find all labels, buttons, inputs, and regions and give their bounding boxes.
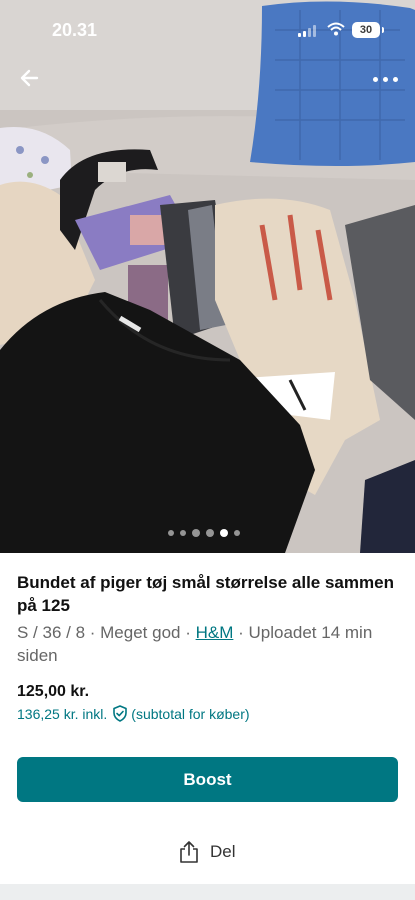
bottom-strip [0, 884, 415, 900]
pager-dot[interactable] [168, 530, 174, 536]
more-icon-dot [383, 77, 388, 82]
status-time: 20.31 [52, 20, 98, 40]
pager-dot[interactable] [192, 529, 200, 537]
boost-button[interactable]: Boost [17, 757, 398, 802]
photo-pager [168, 529, 240, 537]
battery-icon: 30 [352, 22, 384, 38]
photo-illustration [0, 0, 415, 553]
status-bar: 20.31 30 [0, 0, 415, 60]
price-incl-protection[interactable]: 136,25 kr. inkl. (subtotal for køber) [17, 705, 250, 722]
listing-title: Bundet af piger tøj smål størrelse alle … [17, 573, 394, 615]
share-icon [180, 841, 198, 863]
listing-price: 125,00 kr. [17, 683, 90, 700]
back-button[interactable] [14, 62, 46, 94]
listing-meta-prefix: S / 36 / 8 · Meget god · [17, 623, 196, 642]
listing-photo[interactable] [0, 0, 415, 553]
brand-link[interactable]: H&M [196, 623, 234, 642]
listing-meta: S / 36 / 8 · Meget god · H&M · Uploadet … [17, 621, 402, 667]
cellular-signal-icon [298, 25, 318, 37]
pager-dot[interactable] [180, 530, 186, 536]
arrow-left-icon [20, 69, 39, 87]
price-incl-amount: 136,25 kr. inkl. [17, 705, 108, 722]
share-button[interactable]: Del [178, 838, 236, 866]
more-options-button[interactable] [371, 66, 401, 90]
more-icon [373, 77, 378, 82]
wifi-icon [327, 22, 345, 36]
listing-details: Bundet af piger tøj smål størrelse alle … [17, 571, 402, 667]
pager-dot[interactable] [234, 530, 240, 536]
pager-dot-active[interactable] [220, 529, 228, 537]
shield-check-icon [113, 705, 128, 722]
pager-dot[interactable] [206, 529, 214, 537]
price-incl-note: (subtotal for køber) [131, 705, 250, 722]
share-label: Del [210, 842, 236, 861]
more-icon-dot [393, 77, 398, 82]
